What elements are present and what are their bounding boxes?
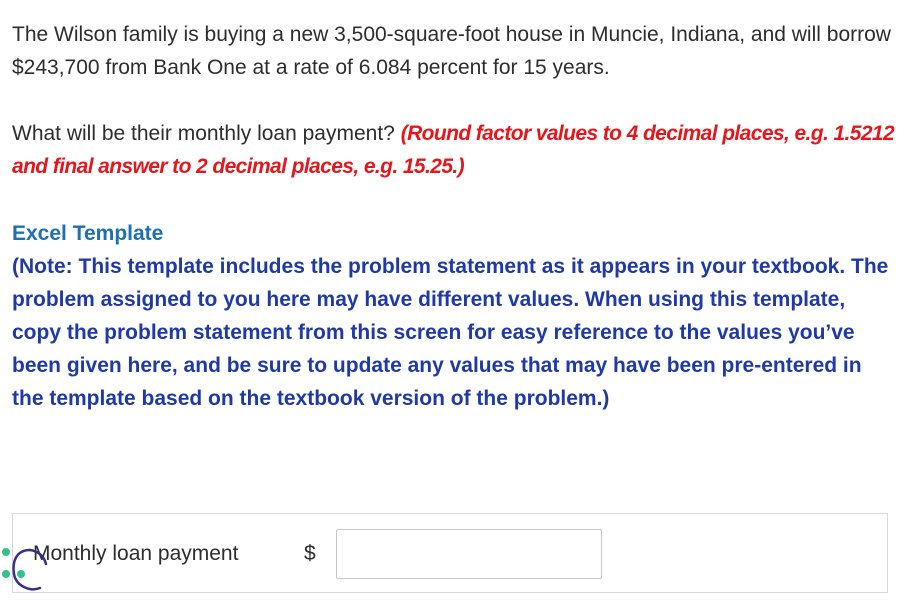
page: The Wilson family is buying a new 3,500-… — [0, 0, 912, 601]
template-note: (Note: This template includes the proble… — [12, 255, 889, 410]
monthly-payment-label: Monthly loan payment — [33, 542, 239, 565]
question: What will be their monthly loan payment?… — [12, 117, 902, 183]
currency-symbol: $ — [304, 542, 316, 565]
answer-table: Monthly loan payment $ — [12, 513, 888, 593]
excel-template-link[interactable]: Excel Template — [12, 217, 163, 250]
monthly-payment-input[interactable] — [336, 529, 602, 579]
problem-statement: The Wilson family is buying a new 3,500-… — [12, 23, 891, 79]
question-text: What will be their monthly loan payment? — [12, 122, 401, 145]
hand-cursor-icon — [2, 548, 48, 591]
